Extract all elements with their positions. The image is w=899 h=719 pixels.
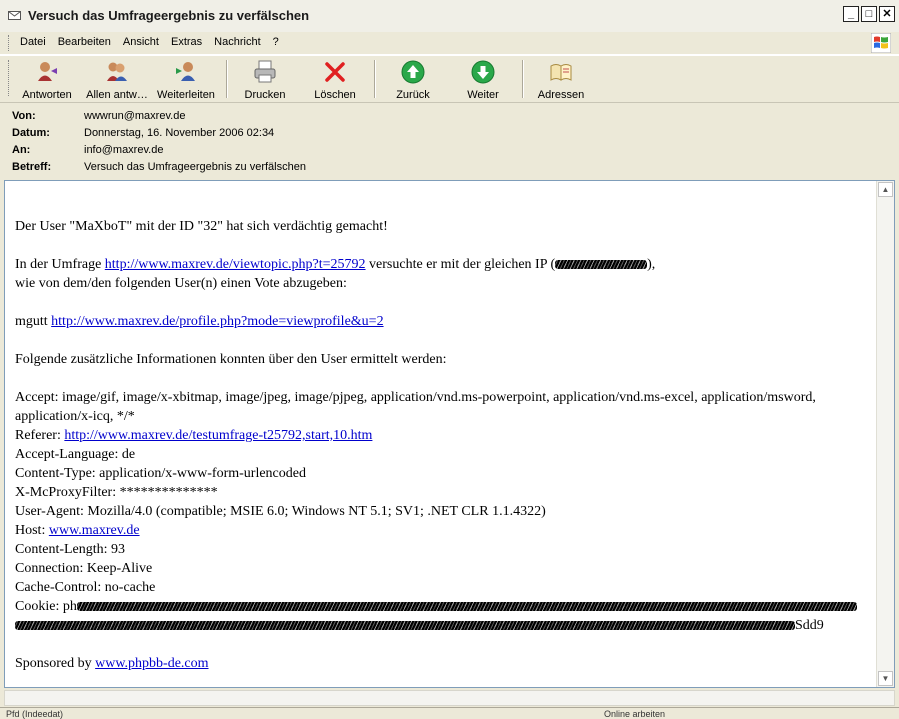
message-line-info: Folgende zusätzliche Informationen konnt… [15,352,447,367]
envelope-icon [8,11,21,20]
profile-link[interactable]: http://www.maxrev.de/profile.php?mode=vi… [51,314,383,329]
to-value: info@maxrev.de [84,144,164,156]
message-line-accept: Accept: image/gif, image/x-xbitmap, imag… [15,390,816,424]
printer-icon [254,60,276,83]
poll-link[interactable]: http://www.maxrev.de/viewtopic.php?t=257… [105,257,366,272]
addresses-button[interactable]: Adressen [530,59,592,101]
toolbar-separator [226,60,228,98]
message-line-cache-control: Cache-Control: no-cache [15,580,156,595]
arrow-down-icon [471,60,495,84]
arrow-up-icon [401,60,425,84]
message-headers: Von: wwwrun@maxrev.de Datum: Donnerstag,… [0,103,899,179]
message-line-poll-2: wie von dem/den folgenden User(n) einen … [15,276,347,291]
vertical-scrollbar[interactable]: ▲ ▼ [876,181,894,687]
delete-button[interactable]: Löschen [304,59,366,101]
message-line-sponsored: Sponsored by www.phpbb-de.com [15,656,209,671]
redacted-ip [555,260,648,270]
message-line-accept-language: Accept-Language: de [15,447,136,462]
menu-nachricht[interactable]: Nachricht [208,36,266,48]
message-line-referer: Referer: http://www.maxrev.de/testumfrag… [15,428,373,443]
window-title: Versuch das Umfrageergebnis zu verfälsch… [28,8,310,23]
back-label: Zurück [396,89,430,101]
addresses-label: Adressen [537,89,585,101]
menu-help[interactable]: ? [267,36,285,48]
toolbar: Antworten Allen antw… Weiterleiten Druck… [0,55,899,103]
menu-ansicht[interactable]: Ansicht [117,36,165,48]
menu-extras[interactable]: Extras [165,36,208,48]
message-line-user: mgutt http://www.maxrev.de/profile.php?m… [15,314,384,329]
message-line-proxy-filter: X-McProxyFilter: ************** [15,485,218,500]
next-button[interactable]: Weiter [452,59,514,101]
menu-grip [8,35,12,51]
host-link[interactable]: www.maxrev.de [49,523,140,538]
from-value: wwwrun@maxrev.de [84,110,186,122]
next-label: Weiter [467,89,499,101]
reply-label: Antworten [22,89,72,101]
referer-link[interactable]: http://www.maxrev.de/testumfrage-t25792,… [64,428,372,443]
message-line-poll: In der Umfrage http://www.maxrev.de/view… [15,257,656,272]
message-body-frame[interactable]: Der User "MaXboT" mit der ID "32" hat si… [4,180,895,688]
horizontal-scrollbar[interactable] [4,690,895,706]
scroll-up-icon[interactable]: ▲ [878,182,893,197]
toolbar-grip [8,60,12,96]
maximize-button[interactable]: □ [861,6,877,22]
menu-datei[interactable]: Datei [14,36,52,48]
windows-logo-icon [871,33,891,53]
reply-all-icon [107,62,127,81]
menu-bearbeiten[interactable]: Bearbeiten [52,36,117,48]
toolbar-separator [374,60,376,98]
print-label: Drucken [244,89,286,101]
message-line-cookie-2: Sdd9 [15,616,875,635]
message-line-suspicious: Der User "MaXboT" mit der ID "32" hat si… [15,219,388,234]
from-label: Von: [12,110,36,122]
message-line-content-type: Content-Type: application/x-www-form-url… [15,466,306,481]
delete-x-icon [325,62,345,82]
reply-all-button[interactable]: Allen antw… [86,59,148,101]
forward-icon [176,62,195,81]
forward-button[interactable]: Weiterleiten [155,59,217,101]
status-bar: Pfd (Indeedat) Online arbeiten [0,707,899,719]
menu-bar: Datei Bearbeiten Ansicht Extras Nachrich… [0,32,899,55]
message-line-connection: Connection: Keep-Alive [15,561,153,576]
delete-label: Löschen [314,89,356,101]
reply-all-label: Allen antw… [86,89,148,101]
date-label: Datum: [12,127,50,139]
reply-button[interactable]: Antworten [16,59,78,101]
redacted-cookie-2 [15,621,795,631]
forward-label: Weiterleiten [157,89,215,101]
redacted-cookie [76,602,857,612]
message-line-host: Host: www.maxrev.de [15,523,140,538]
title-bar: Versuch das Umfrageergebnis zu verfälsch… [0,0,899,33]
date-value: Donnerstag, 16. November 2006 02:34 [84,127,275,139]
minimize-button[interactable]: _ [843,6,859,22]
sponsor-link[interactable]: www.phpbb-de.com [95,656,208,671]
subject-value: Versuch das Umfrageergebnis zu verfälsch… [84,161,306,173]
address-book-icon [550,64,572,81]
toolbar-separator [522,60,524,98]
scroll-down-icon[interactable]: ▼ [878,671,893,686]
message-line-content-length: Content-Length: 93 [15,542,126,557]
message-body: Der User "MaXboT" mit der ID "32" hat si… [15,181,875,673]
reply-icon [38,62,57,81]
subject-label: Betreff: [12,161,52,173]
close-button[interactable]: ✕ [879,6,895,22]
message-line-user-agent: User-Agent: Mozilla/4.0 (compatible; MSI… [15,504,546,519]
message-line-cookie: Cookie: ph [15,597,875,616]
to-label: An: [12,144,31,156]
print-button[interactable]: Drucken [234,59,296,101]
back-button[interactable]: Zurück [382,59,444,101]
